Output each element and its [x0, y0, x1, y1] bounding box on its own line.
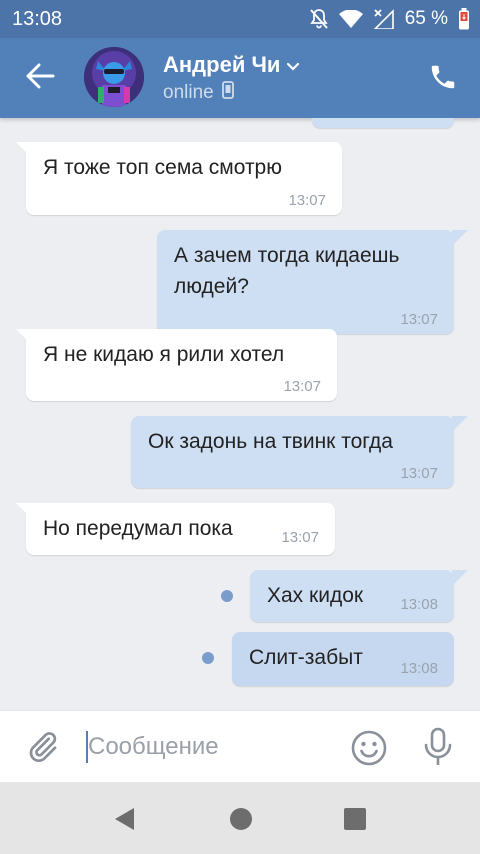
contact-name: Андрей Чи — [163, 52, 281, 77]
message-text: Слит-забыт — [249, 646, 363, 669]
attach-button[interactable] — [24, 729, 60, 765]
nav-recents-button[interactable] — [340, 804, 370, 834]
message-time: 13:08 — [400, 596, 438, 613]
back-triangle-icon — [110, 808, 140, 838]
message-text-line-1: А зачем тогда кидаешь — [174, 244, 400, 267]
microphone-icon — [422, 727, 454, 771]
status-time: 13:08 — [12, 8, 63, 30]
message-time: 13:08 — [400, 660, 438, 677]
home-circle-icon — [226, 808, 256, 838]
bubble-tail — [16, 329, 32, 345]
status-icons: 65 % — [309, 7, 470, 31]
contact-avatar[interactable] — [84, 47, 144, 107]
message-time: 13:07 — [281, 529, 319, 546]
bubble-tail — [16, 142, 32, 158]
message-bubble-incoming[interactable]: Но передумал пока 13:07 — [16, 503, 335, 555]
bubble-tail — [452, 230, 468, 246]
contact-name-button[interactable]: Андрей Чи — [163, 52, 300, 78]
message-text: Ок задонь на твинк тогда — [148, 430, 393, 453]
phone-icon — [428, 65, 458, 96]
mobile-device-icon — [221, 81, 234, 105]
message-time: 13:07 — [400, 311, 438, 328]
contact-status: online — [163, 81, 234, 105]
message-bubble-clipped — [312, 118, 454, 128]
message-text: Я тоже топ сема смотрю — [43, 156, 282, 179]
call-button[interactable] — [428, 62, 460, 94]
bubble-tail — [452, 570, 468, 586]
system-nav-bar — [0, 782, 480, 854]
bubble-tail — [452, 416, 468, 432]
message-bubble-outgoing[interactable]: А зачем тогда кидаешь людей? 13:07 — [157, 230, 468, 334]
message-time: 13:07 — [288, 192, 326, 209]
battery-icon — [458, 8, 470, 30]
message-text: Я не кидаю я рили хотел — [43, 343, 285, 366]
unread-indicator — [202, 652, 214, 664]
status-bar: 13:08 65 % — [0, 0, 480, 38]
nav-home-button[interactable] — [226, 804, 256, 834]
message-bubble-outgoing[interactable]: Слит-забыт 13:08 — [232, 632, 454, 686]
nav-back-button[interactable] — [110, 804, 140, 834]
message-text: Хах кидок — [267, 584, 364, 607]
back-arrow-icon — [25, 63, 55, 94]
message-time: 13:07 — [400, 465, 438, 482]
message-bubble-outgoing[interactable]: Хах кидок 13:08 — [250, 570, 468, 622]
message-input[interactable] — [84, 727, 334, 767]
recents-square-icon — [340, 808, 370, 838]
message-bubble-incoming[interactable]: Я тоже топ сема смотрю 13:07 — [16, 142, 342, 215]
message-time: 13:07 — [283, 378, 321, 395]
text-cursor — [86, 731, 88, 763]
unread-indicator — [221, 590, 233, 602]
paperclip-icon — [24, 732, 60, 769]
message-composer — [0, 710, 480, 782]
chevron-down-icon — [286, 52, 300, 78]
bubble-tail — [16, 503, 32, 519]
back-button[interactable] — [20, 60, 60, 96]
no-signal-icon — [373, 9, 395, 29]
message-bubble-outgoing[interactable]: Ок задонь на твинк тогда 13:07 — [131, 416, 468, 488]
mute-icon — [309, 8, 329, 30]
emoji-button[interactable] — [350, 729, 388, 767]
message-text: Но передумал пока — [43, 517, 233, 540]
emoji-icon — [350, 730, 388, 771]
message-text-line-2: людей? — [174, 275, 249, 298]
contact-status-text: online — [163, 82, 214, 103]
message-bubble-incoming[interactable]: Я не кидаю я рили хотел 13:07 — [16, 329, 337, 401]
wifi-icon — [338, 10, 363, 28]
battery-text: 65 % — [404, 8, 448, 29]
voice-message-button[interactable] — [422, 727, 454, 767]
chat-header: Андрей Чи online — [0, 38, 480, 118]
message-list[interactable]: Я тоже топ сема смотрю 13:07 А зачем тог… — [0, 118, 480, 710]
